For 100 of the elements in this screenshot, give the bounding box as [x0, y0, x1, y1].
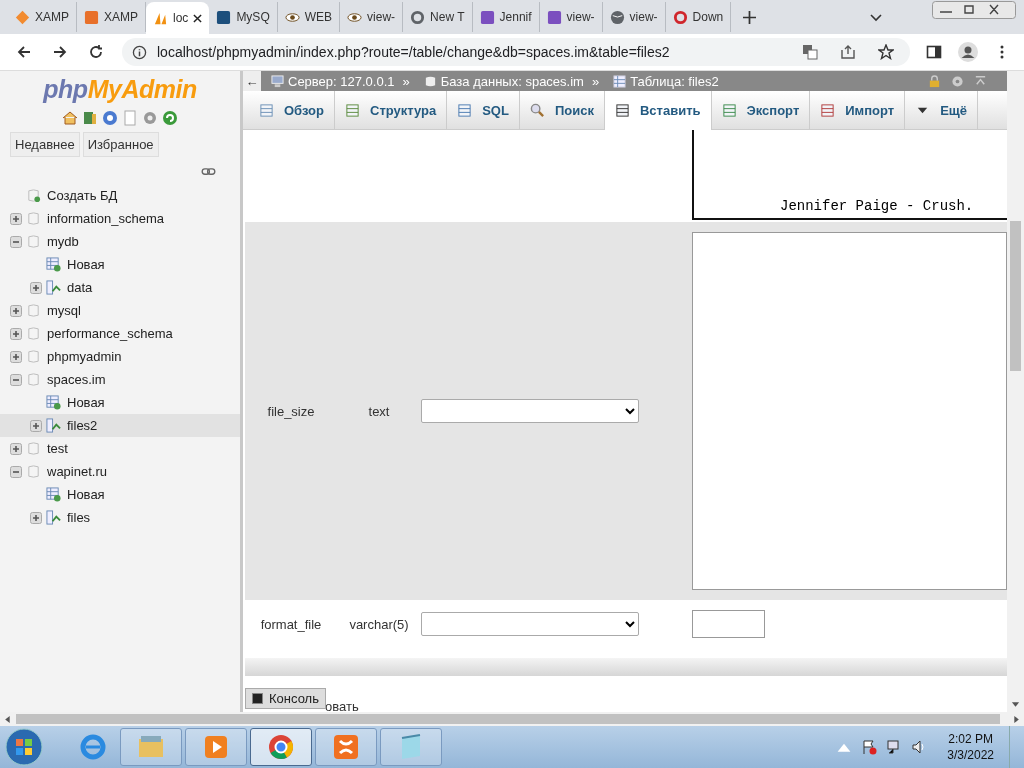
start-button[interactable]	[4, 727, 44, 767]
expand-icon[interactable]	[10, 327, 22, 340]
home-icon[interactable]	[62, 110, 78, 126]
browser-tab[interactable]: XAMP	[77, 2, 147, 32]
column-type: varchar(5)	[348, 616, 410, 632]
tree-item[interactable]: information_schema	[0, 207, 240, 230]
site-icon	[216, 9, 232, 25]
expand-icon[interactable]	[10, 304, 22, 317]
site-icon	[479, 9, 495, 25]
console-icon	[252, 693, 263, 704]
collapse-icon[interactable]	[10, 235, 22, 248]
breadcrumb-link[interactable]: Таблица: files2	[630, 73, 719, 89]
breadcrumb-link[interactable]: Сервер: 127.0.0.1	[288, 73, 395, 89]
tree-item[interactable]: mydb	[0, 230, 240, 253]
taskbar-app[interactable]	[250, 728, 312, 766]
value-field[interactable]	[692, 610, 765, 638]
tree-item[interactable]: Новая	[0, 391, 240, 414]
expand-icon[interactable]	[30, 281, 42, 294]
tree-item[interactable]: wapinet.ru	[0, 460, 240, 483]
scroll-right-icon[interactable]	[1014, 714, 1020, 724]
tree-item[interactable]: mysql	[0, 299, 240, 322]
console-tab[interactable]: Консоль	[245, 688, 326, 709]
menu-tab[interactable]: SQL	[447, 91, 520, 129]
expand-icon[interactable]	[10, 442, 22, 455]
menu-tab[interactable]: Обзор	[249, 91, 335, 129]
browser-tab[interactable]: view-	[539, 2, 603, 32]
collapse-icon[interactable]	[10, 373, 22, 386]
database-icon	[26, 464, 41, 479]
menu-tab[interactable]: Экспорт	[711, 91, 811, 129]
exit-icon[interactable]	[82, 110, 98, 126]
site-icon	[84, 9, 99, 25]
taskbar-app[interactable]	[315, 728, 377, 766]
scrollbar[interactable]	[0, 712, 1024, 726]
address-bar[interactable]: localhost/phpmyadmin/index.php?route=/table/change&db=spaces.im&table=files2	[122, 38, 910, 66]
database-icon	[26, 326, 41, 341]
table-icon	[46, 418, 61, 433]
browser-icon	[78, 732, 108, 762]
window-controls-icon[interactable]	[932, 1, 1016, 19]
database-icon	[26, 441, 41, 456]
tree-item[interactable]: spaces.im	[0, 368, 240, 391]
browser-tab[interactable]: MySQ	[209, 2, 278, 32]
tree-item[interactable]: phpmyadmin	[0, 345, 240, 368]
back-button[interactable]: ←	[243, 71, 261, 91]
browser-tab[interactable]: view-	[602, 2, 666, 32]
close-icon[interactable]	[193, 13, 203, 23]
scroll-left-icon[interactable]	[4, 714, 10, 724]
clock-date[interactable]: 3/3/2022	[947, 747, 994, 763]
column-type: text	[367, 403, 391, 419]
server-icon	[271, 74, 284, 88]
tree-item[interactable]: Новая	[0, 253, 240, 276]
clock-time[interactable]: 2:02 PM	[948, 731, 993, 747]
taskbar-app[interactable]	[185, 728, 247, 766]
sidebar-tab[interactable]: Недавнее	[10, 132, 80, 157]
scroll-down-icon[interactable]	[1011, 702, 1020, 708]
site-icon	[672, 9, 688, 25]
table-icon	[345, 102, 360, 118]
browser-tab[interactable]: Jennif	[472, 2, 540, 32]
settings-icon[interactable]	[142, 110, 158, 126]
browser-tab[interactable]: New T	[403, 2, 473, 32]
new-database-icon	[26, 188, 41, 203]
tree-item[interactable]: files	[0, 506, 240, 529]
browser-tab[interactable]: XAMP	[8, 2, 77, 32]
help-icon[interactable]	[102, 110, 118, 126]
link-icon[interactable]	[201, 167, 216, 176]
tree-item[interactable]: Новая	[0, 483, 240, 506]
database-icon	[26, 303, 41, 318]
browser-tab[interactable]: loc	[146, 2, 210, 34]
expand-icon[interactable]	[30, 419, 42, 432]
expand-icon[interactable]	[30, 511, 42, 524]
tree-item[interactable]: performance_schema	[0, 322, 240, 345]
menu-tab[interactable]: Вставить	[604, 91, 712, 130]
database-icon	[26, 211, 41, 226]
menu-tab[interactable]: Структура	[335, 91, 448, 129]
tree-item[interactable]: Создать БД	[0, 184, 240, 207]
collapse-icon[interactable]	[10, 465, 22, 478]
logo[interactable]: phpMyAdmin	[43, 75, 197, 104]
table-icon	[820, 102, 836, 118]
tree-item[interactable]: data	[0, 276, 240, 299]
field-value: Jennifer Paige - Crush.	[780, 198, 974, 214]
flag-icon[interactable]	[861, 739, 878, 755]
chevron-icon[interactable]	[870, 14, 882, 22]
menu-tab[interactable]: Импорт	[810, 91, 906, 129]
browser-tab[interactable]: WEB	[277, 2, 341, 32]
browser-icon	[266, 732, 296, 762]
menu-tab[interactable]: Поиск	[519, 91, 605, 129]
new-tab-icon[interactable]	[743, 11, 757, 24]
scrollbar-thumb[interactable]	[16, 714, 1000, 724]
info-icon[interactable]	[132, 44, 147, 60]
tree-item[interactable]: files2	[0, 414, 240, 437]
expand-icon[interactable]	[10, 212, 22, 225]
menu-tab[interactable]: Ещё	[905, 91, 978, 129]
scrollbar[interactable]	[1007, 71, 1024, 712]
browser-tab[interactable]: Down	[665, 2, 732, 32]
scrollbar-thumb[interactable]	[1010, 221, 1021, 371]
value-field[interactable]	[692, 232, 1007, 590]
expand-icon[interactable]	[10, 350, 22, 363]
sidebar-tab[interactable]: Избранное	[82, 132, 159, 157]
browser-tab[interactable]: view-	[340, 2, 404, 32]
breadcrumb-link[interactable]: База данных: spaces.im	[440, 73, 584, 89]
tree-item[interactable]: test	[0, 437, 240, 460]
